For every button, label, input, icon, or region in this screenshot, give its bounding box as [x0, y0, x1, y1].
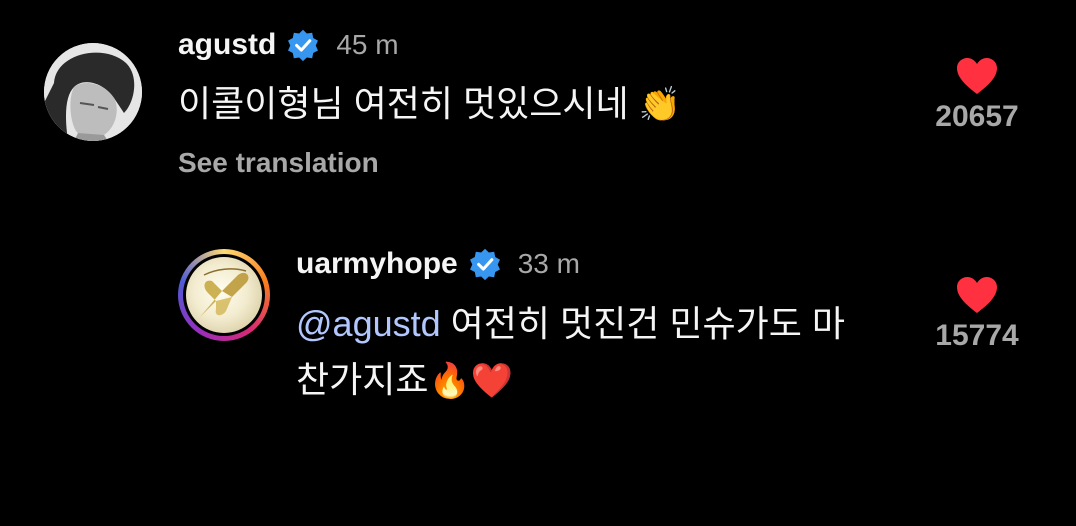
mention-link[interactable]: @agustd — [296, 303, 441, 344]
comment-text: 이콜이형님 여전히 멋있으시네 👏 — [178, 76, 681, 133]
verified-badge-icon — [469, 248, 500, 281]
comment-header: uarmyhope 33 m — [296, 244, 580, 284]
butterfly-icon — [200, 268, 249, 317]
clap-emoji: 👏 — [638, 86, 681, 124]
like-control: 15774 — [927, 275, 1027, 353]
comment-line-2: 찬가지죠🔥❤️ — [296, 352, 896, 409]
heart-icon[interactable] — [955, 56, 999, 96]
comment-text: @agustd 여전히 멋진건 민슈가도 마 찬가지죠🔥❤️ — [296, 296, 896, 409]
comment-body-2: 찬가지죠 — [296, 359, 429, 400]
comment-line-1: @agustd 여전히 멋진건 민슈가도 마 — [296, 296, 896, 352]
avatar[interactable] — [44, 43, 142, 141]
comment-body-1: 여전히 멋진건 민슈가도 마 — [440, 303, 845, 344]
timestamp: 33 m — [517, 248, 580, 279]
avatar-image — [186, 257, 262, 333]
avatar-image — [44, 43, 142, 141]
heart-icon[interactable] — [955, 275, 999, 315]
comment-body: 이콜이형님 여전히 멋있으시네 — [178, 83, 629, 124]
like-control: 20657 — [927, 56, 1027, 134]
like-count: 15774 — [935, 319, 1019, 352]
see-translation-link[interactable]: See translation — [178, 147, 379, 179]
username[interactable]: agustd — [178, 28, 276, 62]
verified-badge-icon — [288, 29, 319, 62]
avatar[interactable] — [178, 249, 270, 341]
like-count: 20657 — [935, 100, 1019, 133]
avatar-frame — [183, 254, 265, 336]
timestamp: 45 m — [336, 29, 399, 60]
comment-header: agustd 45 m — [178, 25, 399, 65]
username[interactable]: uarmyhope — [296, 247, 458, 281]
fire-heart-emoji: 🔥❤️ — [428, 362, 514, 400]
